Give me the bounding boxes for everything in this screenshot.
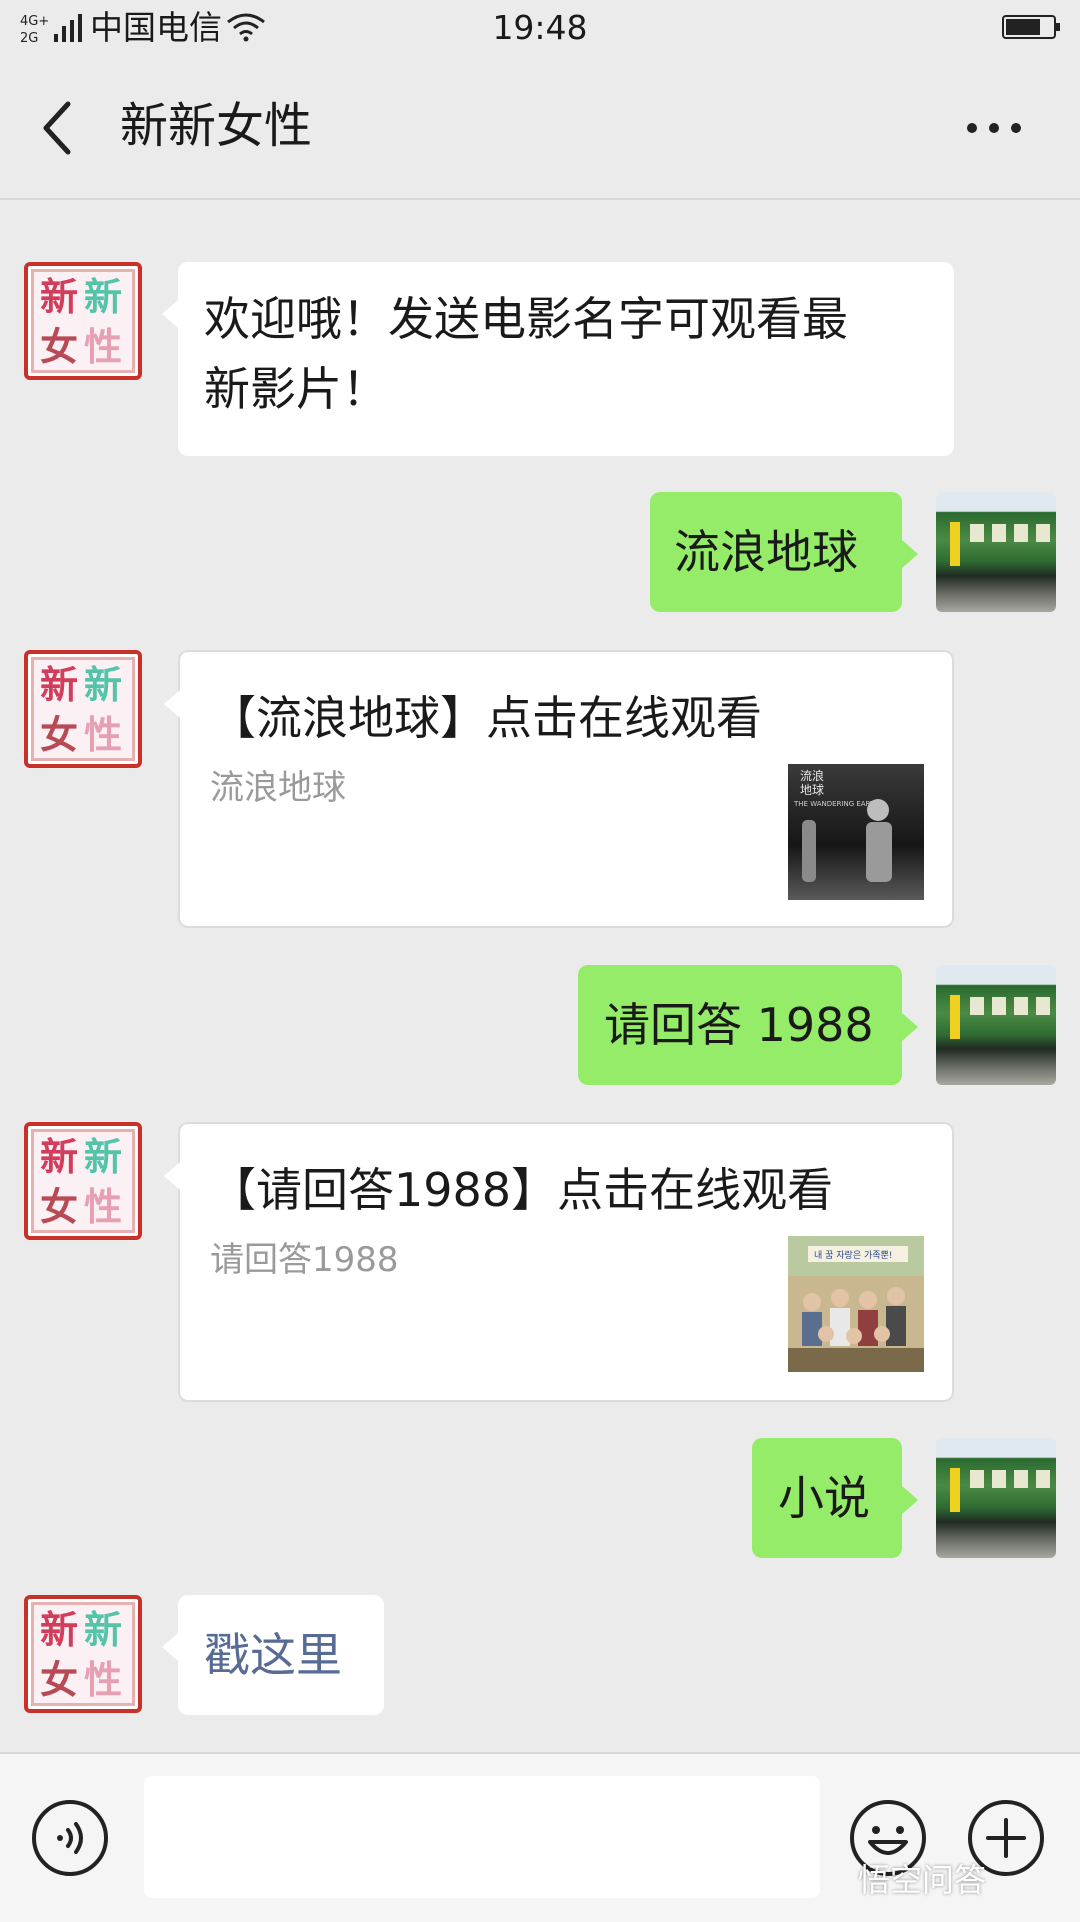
avatar-char: 新 — [84, 663, 123, 707]
poster-subtitle: THE WANDERING EARTH — [793, 800, 879, 808]
avatar-char: 性 — [84, 325, 123, 369]
avatar-char: 新 — [40, 1135, 79, 1179]
tv-poster-thumbnail: 내 꿈 자랑은 가족뿐! — [788, 1236, 924, 1372]
message-bubble-bot[interactable]: 欢迎哦！发送电影名字可观看最 新影片！ — [162, 262, 954, 456]
movie-poster-thumbnail: 流浪 地球 THE WANDERING EARTH — [788, 764, 924, 900]
message-text: 小说 — [778, 1471, 870, 1525]
message-bubble-user[interactable]: 流浪地球 — [650, 492, 918, 612]
clock: 19:48 — [492, 8, 588, 47]
chat-header: 新新女性 — [0, 56, 1080, 200]
bot-avatar[interactable]: 新 新 女 性 — [24, 262, 142, 380]
poster-title: 地球 — [800, 783, 824, 797]
avatar-char: 新 — [84, 1135, 123, 1179]
avatar-char: 新 — [40, 275, 79, 319]
avatar-char: 新 — [84, 1608, 123, 1652]
voice-input-icon[interactable] — [30, 1798, 110, 1878]
poster-caption: 내 꿈 자랑은 가족뿐! — [814, 1249, 892, 1261]
battery-icon — [1002, 15, 1060, 39]
card-description: 请回答1988 — [210, 1240, 399, 1280]
message-text: 流浪地球 — [674, 525, 858, 579]
movie-link-card[interactable]: 【请回答1988】点击在线观看 请回答1988 내 꿈 자랑은 가족뿐! — [164, 1122, 954, 1402]
avatar-char: 女 — [40, 1185, 79, 1229]
avatar-char: 新 — [84, 275, 123, 319]
card-description: 流浪地球 — [210, 768, 346, 808]
status-bar: 4G+ 2G 中国电信 19:48 — [0, 0, 1080, 56]
chat-title: 新新女性 — [120, 98, 313, 154]
avatar-char: 女 — [40, 713, 79, 757]
user-avatar[interactable] — [936, 1438, 1056, 1558]
message-line: 新影片！ — [204, 362, 388, 416]
avatar-char: 性 — [84, 1185, 123, 1229]
watermark: 悟空问答 — [858, 1861, 987, 1899]
card-title: 【流浪地球】点击在线观看 — [210, 691, 762, 745]
avatar-char: 性 — [84, 1658, 123, 1702]
more-options-icon[interactable] — [962, 108, 1026, 148]
avatar-char: 新 — [40, 1608, 79, 1652]
message-input[interactable] — [144, 1776, 820, 1898]
message-text: 请回答 1988 — [604, 998, 874, 1052]
message-bubble-user[interactable]: 请回答 1988 — [578, 965, 918, 1085]
card-title: 【请回答1988】点击在线观看 — [210, 1163, 834, 1217]
bot-avatar[interactable]: 新 新 女 性 — [24, 1595, 142, 1713]
link-text[interactable]: 戳这里 — [204, 1620, 358, 1690]
avatar-char: 女 — [40, 325, 79, 369]
user-avatar[interactable] — [936, 492, 1056, 612]
avatar-char: 性 — [84, 713, 123, 757]
poster-title: 流浪 — [800, 768, 824, 783]
avatar-char: 女 — [40, 1658, 79, 1702]
back-arrow-icon[interactable] — [36, 98, 80, 158]
message-bubble-user[interactable]: 小说 — [752, 1438, 918, 1558]
bot-avatar[interactable]: 新 新 女 性 — [24, 650, 142, 768]
user-avatar[interactable] — [936, 965, 1056, 1085]
message-line: 欢迎哦！发送电影名字可观看最 — [204, 292, 848, 346]
avatar-char: 新 — [40, 663, 79, 707]
movie-link-card[interactable]: 【流浪地球】点击在线观看 流浪地球 流浪 地球 THE WANDERING EA… — [164, 650, 954, 928]
message-bubble-bot[interactable]: 戳这里 — [162, 1595, 384, 1715]
bot-avatar[interactable]: 新 新 女 性 — [24, 1122, 142, 1240]
